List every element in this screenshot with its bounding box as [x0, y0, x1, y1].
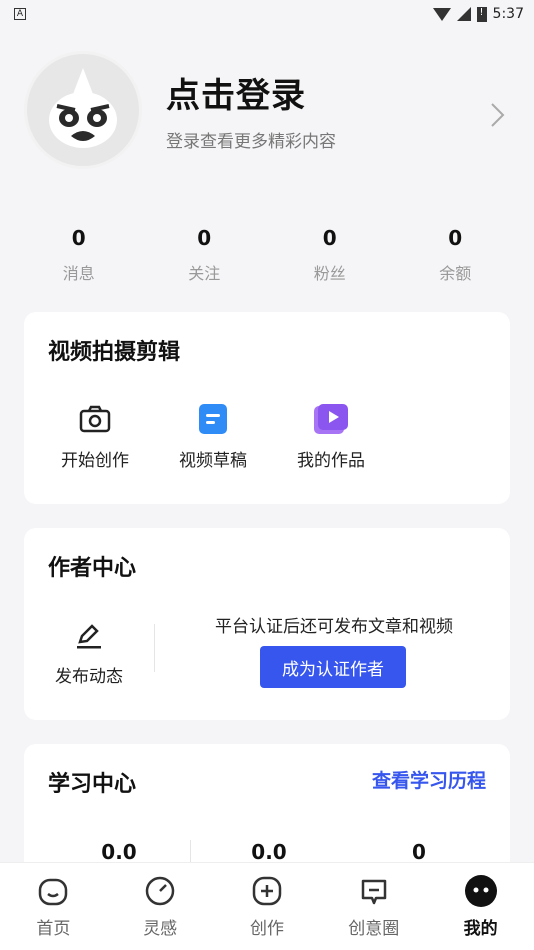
tool-label: 我的作品 — [297, 451, 365, 471]
stat-value: 0 — [322, 226, 337, 250]
stat-label: 余额 — [439, 264, 472, 283]
stat-label: 消息 — [62, 264, 95, 283]
status-bar: A 5:37 — [0, 0, 534, 28]
tool-label: 视频草稿 — [179, 451, 247, 471]
stat-messages[interactable]: 0 消息 — [29, 226, 129, 284]
nav-create[interactable]: 创作 — [217, 874, 317, 939]
chat-icon — [357, 874, 391, 908]
certification-hint: 平台认证后还可发布文章和视频 — [215, 617, 453, 637]
login-subtitle: 登录查看更多精彩内容 — [166, 132, 336, 152]
study-value: 0 — [412, 840, 426, 864]
nav-home[interactable]: 首页 — [3, 874, 103, 939]
stat-label: 关注 — [188, 264, 221, 283]
avatar-placeholder-icon — [49, 68, 117, 148]
study-section-title: 学习中心 — [48, 772, 137, 797]
signal-icon — [456, 7, 471, 21]
stat-fans[interactable]: 0 粉丝 — [280, 226, 380, 284]
tool-label: 开始创作 — [61, 451, 129, 471]
stat-label: 粉丝 — [313, 264, 346, 283]
video-draft-button[interactable]: 视频草稿 — [154, 402, 272, 471]
view-study-history-link[interactable]: 查看学习历程 — [372, 766, 486, 793]
nav-label: 创作 — [249, 919, 284, 939]
nav-label: 灵感 — [143, 919, 178, 939]
stat-value: 0 — [448, 226, 463, 250]
nav-creative-circle[interactable]: 创意圈 — [324, 874, 424, 939]
start-create-button[interactable]: 开始创作 — [36, 402, 154, 471]
divider — [154, 624, 155, 672]
compass-icon — [143, 874, 177, 908]
nav-label: 首页 — [36, 919, 71, 939]
post-update-label: 发布动态 — [55, 667, 123, 687]
nav-label: 创意圈 — [348, 919, 400, 939]
status-time: 5:37 — [492, 6, 524, 22]
camera-icon — [78, 402, 112, 436]
wifi-icon — [432, 7, 451, 21]
stat-balance[interactable]: 0 余额 — [405, 226, 505, 284]
battery-icon — [476, 6, 487, 22]
draft-icon — [196, 402, 230, 436]
study-value: 0.0 — [101, 840, 137, 864]
stat-value: 0 — [197, 226, 212, 250]
stat-value: 0 — [71, 226, 86, 250]
avatar[interactable] — [24, 51, 142, 169]
notification-icon: A — [14, 8, 26, 20]
status-icons: 5:37 — [432, 6, 524, 22]
stats-row: 0 消息 0 关注 0 粉丝 0 余额 — [16, 226, 518, 284]
nav-inspiration[interactable]: 灵感 — [110, 874, 210, 939]
login-title[interactable]: 点击登录 — [166, 68, 336, 117]
stat-following[interactable]: 0 关注 — [154, 226, 254, 284]
bottom-nav: 首页 灵感 创作 创意圈 我的 — [0, 862, 534, 950]
profile-icon — [464, 874, 498, 908]
author-section-title: 作者中心 — [48, 556, 137, 581]
create-icon — [250, 874, 284, 908]
works-icon — [314, 402, 348, 436]
chevron-right-icon[interactable] — [490, 102, 506, 135]
video-section-title: 视频拍摄剪辑 — [48, 340, 181, 365]
nav-label: 我的 — [463, 919, 498, 939]
login-header[interactable]: 点击登录 登录查看更多精彩内容 — [24, 50, 514, 170]
post-update-button[interactable]: 发布动态 — [44, 618, 134, 687]
become-certified-author-button[interactable]: 成为认证作者 — [260, 646, 406, 688]
home-icon — [36, 874, 70, 908]
my-works-button[interactable]: 我的作品 — [272, 402, 390, 471]
video-section-card: 视频拍摄剪辑 开始创作 视频草稿 我的作品 — [24, 312, 510, 504]
pen-icon — [72, 618, 106, 652]
study-value: 0.0 — [251, 840, 287, 864]
author-section-card: 作者中心 发布动态 平台认证后还可发布文章和视频 成为认证作者 — [24, 528, 510, 720]
nav-mine[interactable]: 我的 — [431, 874, 531, 939]
